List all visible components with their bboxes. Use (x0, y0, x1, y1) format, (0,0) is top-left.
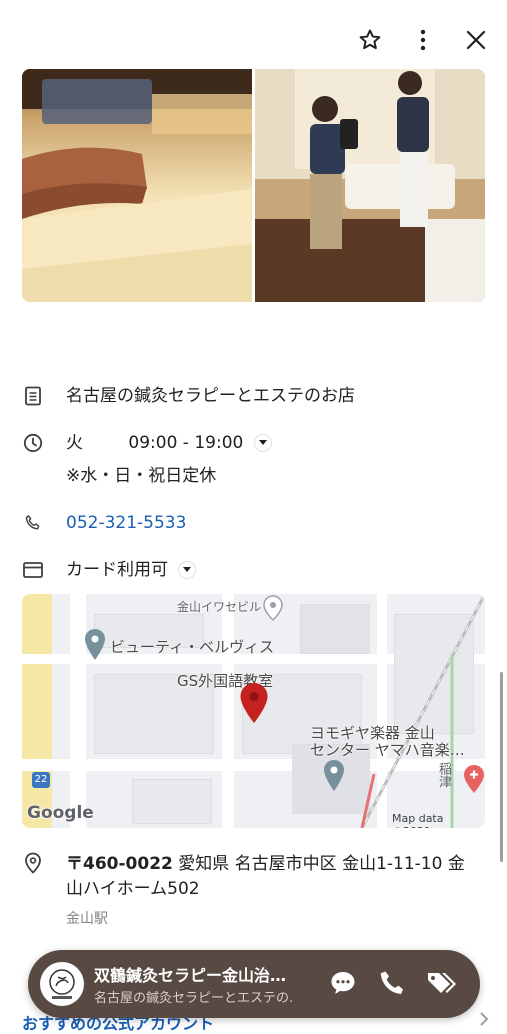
coupon-button[interactable] (425, 968, 457, 998)
map-label-beauty-belvis: ビューティ・ベルヴィス (110, 638, 275, 656)
description-icon (22, 385, 44, 407)
treatment-photo-image (255, 69, 485, 302)
photo-towel[interactable] (22, 69, 252, 302)
hours-time: 09:00 - 19:00 (128, 433, 244, 453)
hours-row[interactable]: 火 09:00 - 19:00 (66, 432, 271, 454)
more-options-button[interactable] (407, 24, 439, 56)
map-location-pin-icon (240, 683, 268, 723)
more-vert-icon (420, 29, 426, 51)
photo-treatment[interactable] (255, 69, 485, 302)
address-line-1: 〒460-0022 愛知県 名古屋市中区 金山1-11-10 金 (66, 852, 491, 877)
hours-note: ※水・日・祝日定休 (66, 466, 217, 486)
payment-row[interactable]: カード利用可 (66, 559, 195, 581)
crane-logo-icon (49, 969, 75, 999)
tags-icon (428, 973, 456, 993)
map-route-shield: 22 (32, 772, 50, 788)
address-text[interactable]: 〒460-0022 愛知県 名古屋市中区 金山1-11-10 金 山ハイホーム5… (66, 852, 491, 902)
station-text: 金山駅 (66, 911, 108, 927)
phone-icon (380, 971, 403, 994)
description-text: 名古屋の鍼灸セラピーとエステのお店 (66, 386, 355, 406)
map-poi-pin-icon (85, 629, 105, 660)
chat-bubble-icon (331, 972, 355, 994)
hours-dropdown-icon[interactable] (255, 435, 271, 451)
map-poi-pin-icon (324, 760, 344, 791)
map-label-yomogiya-2: センター ヤマハ音楽… (310, 741, 465, 759)
phone-link[interactable]: 052-321-5533 (66, 512, 186, 534)
hours-day: 火 (66, 433, 83, 453)
star-button[interactable] (354, 24, 386, 56)
address-street: 愛知県 名古屋市中区 金山1-11-10 金 (178, 854, 465, 874)
postal-code: 〒460-0022 (66, 854, 173, 874)
credit-card-icon (22, 559, 44, 581)
map-attribution: Map data ©2021 (392, 812, 444, 828)
map[interactable]: 金山イワセビル ビューティ・ベルヴィス GS外国語教室 ヨモギヤ楽器 金山 セン… (22, 594, 485, 828)
payment-text: カード利用可 (66, 560, 168, 580)
map-hospital-icon (464, 765, 484, 793)
location-icon (22, 852, 44, 874)
close-icon (466, 30, 486, 50)
clock-icon (22, 432, 44, 454)
account-name: 双鶴鍼灸セラピー金山治… (94, 966, 287, 985)
google-logo: Google (27, 803, 94, 823)
account-avatar[interactable] (40, 962, 84, 1006)
star-outline-icon (359, 29, 381, 50)
map-side-text: 稲津 (436, 762, 451, 788)
phone-icon (22, 512, 44, 534)
payment-dropdown-icon[interactable] (179, 562, 195, 578)
map-label-kanayama-iwaseibiru: 金山イワセビル (177, 600, 262, 614)
chat-button[interactable] (328, 968, 358, 998)
account-subtitle: 名古屋の鍼灸セラピーとエステの… (94, 991, 294, 1006)
bottom-action-bar[interactable]: 双鶴鍼灸セラピー金山治… 名古屋の鍼灸セラピーとエステの… (28, 950, 480, 1018)
address-line-2: 山ハイホーム502 (66, 879, 200, 899)
towel-photo-image (22, 69, 252, 302)
scrollbar[interactable] (500, 672, 503, 862)
call-button[interactable] (377, 968, 407, 998)
map-poi-pin-icon (263, 595, 283, 621)
close-button[interactable] (460, 24, 492, 56)
